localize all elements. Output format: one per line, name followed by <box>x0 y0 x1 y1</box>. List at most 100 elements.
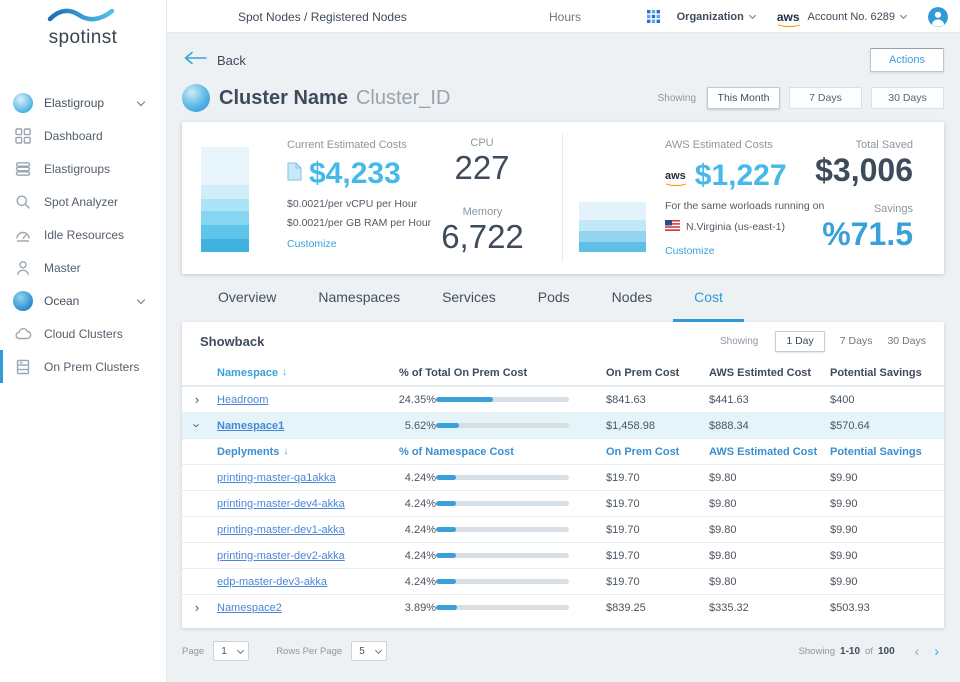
column-header-aws[interactable]: AWS Estimted Cost <box>709 367 830 379</box>
cost-gradient-chart <box>201 147 249 252</box>
cluster-icon <box>182 84 210 112</box>
sidebar-item-elastigroup[interactable]: Elastigroup <box>0 86 166 119</box>
chevron-down-icon <box>900 11 907 18</box>
table-row-expanded: › Namespace1 5.62% $1,458.98 $888.34 $57… <box>182 412 944 438</box>
cost-summary-card: Current Estimated Costs $4,233 $0.0021/p… <box>182 122 944 274</box>
pagination: Page 1 Rows Per Page 5 Showing 1-10 of 1… <box>182 641 944 661</box>
breadcrumb[interactable]: Spot Nodes / Registered Nodes <box>238 10 407 24</box>
sidebar-item-ocean[interactable]: Ocean <box>0 284 166 317</box>
table-row: › Namespace2 3.89% $839.25 $335.32 $503.… <box>182 594 944 620</box>
cost-bar <box>436 605 569 610</box>
deployment-link[interactable]: printing-master-dev4-akka <box>217 498 345 510</box>
cost-bar <box>436 397 569 402</box>
range-30-days-button[interactable]: 30 Days <box>871 87 944 109</box>
range-this-month-button[interactable]: This Month <box>707 87 780 109</box>
deployment-link[interactable]: printing-master-qa1akka <box>217 472 336 484</box>
cost-bar <box>436 553 569 558</box>
vcpu-rate: $0.0021/per vCPU per Hour <box>287 198 431 210</box>
tab-services[interactable]: Services <box>421 274 517 322</box>
namespace-link[interactable]: Namespace1 <box>217 420 284 432</box>
spotinst-app: spotinst Elastigroup Dashboard <box>0 0 960 682</box>
tab-namespaces[interactable]: Namespaces <box>297 274 421 322</box>
range-30-days-link[interactable]: 30 Days <box>887 335 926 347</box>
column-header-savings[interactable]: Potential Savings <box>830 367 944 379</box>
column-header-aws[interactable]: AWS Estimated Cost <box>709 446 830 458</box>
column-header-on-prem[interactable]: On Prem Cost <box>606 367 709 379</box>
range-7-days-link[interactable]: 7 Days <box>840 335 873 347</box>
main-column: Spot Nodes / Registered Nodes Hours Orga… <box>167 0 960 682</box>
server-rack-icon <box>13 357 33 377</box>
page-label: Page <box>182 646 204 657</box>
sidebar-item-spot-analyzer[interactable]: Spot Analyzer <box>0 185 166 218</box>
deployment-link[interactable]: edp-master-dev3-akka <box>217 576 327 588</box>
sidebar-item-cloud-clusters[interactable]: Cloud Clusters <box>0 317 166 350</box>
organization-dropdown[interactable]: Organization <box>677 11 755 23</box>
content-area: Back Actions Cluster Name Cluster_ID Sho… <box>167 33 960 682</box>
sort-desc-icon: ↓ <box>282 367 287 378</box>
column-header-savings[interactable]: Potential Savings <box>830 446 944 458</box>
us-flag-icon <box>665 218 680 236</box>
logo-text: spotinst <box>49 27 118 49</box>
table-row: › Headroom 24.35% $841.63 $441.63 $400 <box>182 386 944 412</box>
app-grid-icon[interactable] <box>647 10 660 23</box>
dashboard-icon <box>13 126 33 146</box>
ocean-icon <box>13 291 33 311</box>
logo-wave-icon <box>46 7 120 29</box>
showback-title: Showback <box>200 334 264 349</box>
account-dropdown[interactable]: Account No. 6289 <box>808 11 906 23</box>
prev-page-button[interactable]: ‹ <box>910 644 925 658</box>
namespace-link[interactable]: Headroom <box>217 394 268 406</box>
customize-link[interactable]: Customize <box>665 245 715 257</box>
showing-label: Showing <box>720 336 758 347</box>
column-header-pct-total[interactable]: % of Total On Prem Cost <box>392 367 606 379</box>
tab-cost[interactable]: Cost <box>673 274 744 322</box>
deployment-link[interactable]: printing-master-dev1-akka <box>217 524 345 536</box>
customize-link[interactable]: Customize <box>287 238 337 250</box>
person-icon <box>13 258 33 278</box>
sidebar-item-on-prem-clusters[interactable]: On Prem Clusters <box>0 350 166 383</box>
cloud-icon <box>13 324 33 344</box>
magnifier-icon <box>13 192 33 212</box>
aws-icon: aws <box>665 171 686 182</box>
range-1-day-button[interactable]: 1 Day <box>775 331 824 352</box>
rows-per-page-select[interactable]: 5 <box>351 641 387 661</box>
tab-pods[interactable]: Pods <box>517 274 591 322</box>
expand-row-button[interactable]: › <box>182 601 212 614</box>
sidebar-item-idle-resources[interactable]: Idle Resources <box>0 218 166 251</box>
spotinst-logo[interactable]: spotinst <box>0 0 166 48</box>
memory-value: 6,722 <box>435 220 530 255</box>
showing-label: Showing <box>658 93 696 104</box>
current-costs-label: Current Estimated Costs <box>287 139 431 151</box>
current-costs-value: $4,233 <box>309 157 401 191</box>
chevron-down-icon <box>237 646 244 653</box>
expand-row-button[interactable]: › <box>182 393 212 406</box>
sort-desc-icon: ↓ <box>283 446 288 457</box>
next-page-button[interactable]: › <box>929 644 944 658</box>
aws-region: N.Virginia (us-east-1) <box>686 221 785 233</box>
chevron-down-icon <box>749 11 756 18</box>
time-range-group: Showing This Month 7 Days 30 Days <box>658 87 944 109</box>
sidebar-item-master[interactable]: Master <box>0 251 166 284</box>
savings-value: %71.5 <box>815 218 913 252</box>
deployment-link[interactable]: printing-master-dev2-akka <box>217 550 345 562</box>
showback-card: Showback Showing 1 Day 7 Days 30 Days Na… <box>182 322 944 628</box>
range-7-days-button[interactable]: 7 Days <box>789 87 862 109</box>
deployment-row: printing-master-dev1-akka 4.24% $19.70 $… <box>182 516 944 542</box>
tab-overview[interactable]: Overview <box>197 274 297 322</box>
column-header-pct-namespace[interactable]: % of Namespace Cost <box>392 446 606 458</box>
sidebar-item-dashboard[interactable]: Dashboard <box>0 119 166 152</box>
page-select[interactable]: 1 <box>213 641 249 661</box>
column-header-namespace[interactable]: Namespace ↓ <box>212 367 392 379</box>
aws-logo: aws <box>777 11 800 23</box>
column-header-deployments[interactable]: Deplyments ↓ <box>212 446 392 458</box>
column-header-on-prem[interactable]: On Prem Cost <box>606 446 709 458</box>
namespace-link[interactable]: Namespace2 <box>217 602 282 614</box>
collapse-row-button[interactable]: › <box>182 419 212 432</box>
back-button[interactable]: Back <box>182 51 246 70</box>
deployment-row: printing-master-qa1akka 4.24% $19.70 $9.… <box>182 464 944 490</box>
sidebar-item-elastigroups[interactable]: Elastigroups <box>0 152 166 185</box>
memory-label: Memory <box>435 206 530 218</box>
actions-button[interactable]: Actions <box>870 48 944 72</box>
user-avatar[interactable] <box>928 7 948 27</box>
tab-nodes[interactable]: Nodes <box>591 274 673 322</box>
